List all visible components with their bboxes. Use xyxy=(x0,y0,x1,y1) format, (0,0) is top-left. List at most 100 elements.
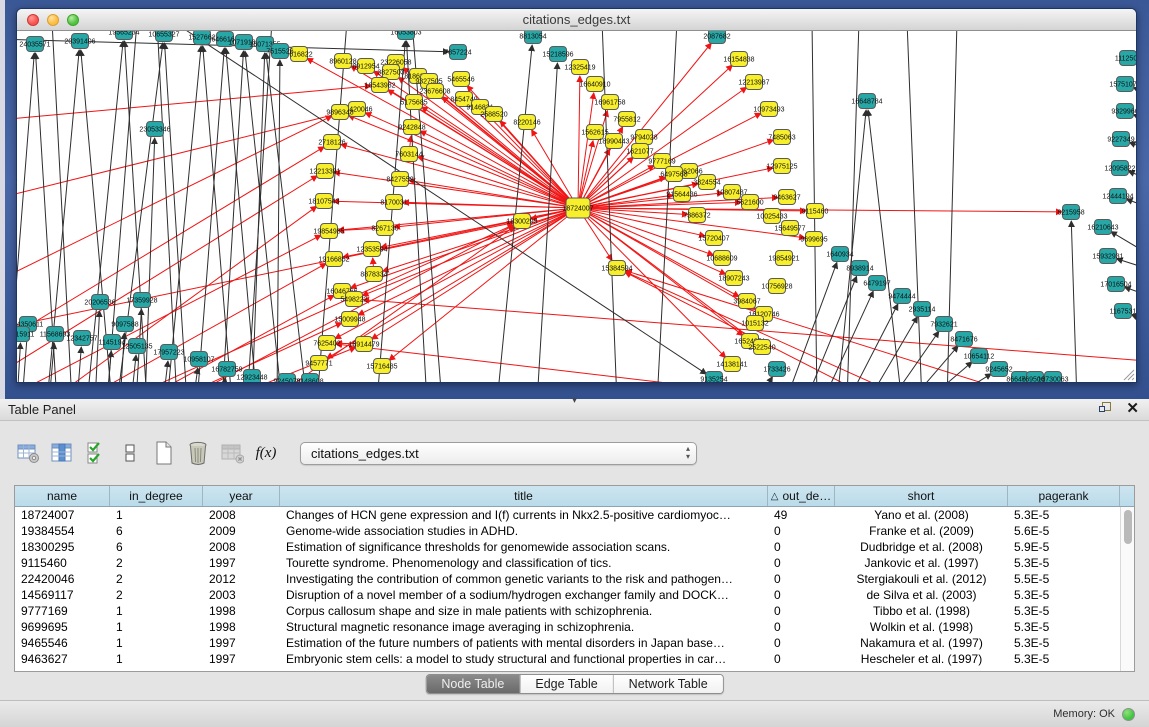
table-cell[interactable]: Disruption of a novel member of a sodium… xyxy=(280,588,768,602)
graph-node[interactable]: 8170031 xyxy=(380,195,407,210)
float-window-icon[interactable] xyxy=(1099,402,1112,415)
table-row[interactable]: 911546021997Tourette syndrome. Phenomeno… xyxy=(15,555,1134,571)
table-cell[interactable]: 1997 xyxy=(203,636,280,650)
table-cell[interactable]: 2 xyxy=(110,556,203,570)
table-cell[interactable]: 9465546 xyxy=(15,636,110,650)
graph-edge[interactable] xyxy=(77,347,81,382)
graph-node[interactable]: 12325419 xyxy=(564,60,595,75)
graph-node[interactable]: 9463627 xyxy=(773,190,800,205)
graph-edge[interactable] xyxy=(131,355,136,382)
column-header-out_de[interactable]: △out_de… xyxy=(768,486,835,506)
table-cell[interactable]: 1998 xyxy=(203,620,280,634)
table-row[interactable]: 1830029562008Estimation of significance … xyxy=(15,539,1134,555)
table-row[interactable]: 977716911998Corpus callosum shape and si… xyxy=(15,603,1134,619)
table-cell[interactable]: 0 xyxy=(768,604,835,618)
memory-status-icon[interactable] xyxy=(1122,708,1135,721)
table-cell[interactable]: 2008 xyxy=(203,508,280,522)
table-cell[interactable]: Tourette syndrome. Phenomenology and cla… xyxy=(280,556,768,570)
table-cell[interactable]: 1 xyxy=(110,508,203,522)
table-row[interactable]: 2242004622012Investigating the contribut… xyxy=(15,571,1134,587)
graph-node[interactable]: 10958107 xyxy=(183,352,214,367)
graph-node[interactable]: 2087682 xyxy=(703,31,730,44)
column-header-year[interactable]: year xyxy=(203,486,280,506)
graph-edge[interactable] xyxy=(277,60,280,382)
table-cell[interactable]: 6 xyxy=(110,540,203,554)
table-cell[interactable]: 2012 xyxy=(203,572,280,586)
table-selector-dropdown[interactable]: citations_edges.txt ▴▾ xyxy=(300,442,697,465)
table-cell[interactable]: 0 xyxy=(768,524,835,538)
table-cell[interactable]: 22420046 xyxy=(15,572,110,586)
graph-node[interactable]: 15716485 xyxy=(366,359,397,374)
table-cell[interactable]: Genome-wide association studies in ADHD. xyxy=(280,524,768,538)
graph-edge[interactable] xyxy=(365,113,578,208)
network-canvas[interactable]: 1872400776168228960128891295423226058382… xyxy=(17,31,1136,382)
table-cell[interactable]: 0 xyxy=(768,636,835,650)
graph-node[interactable]: 8220146 xyxy=(513,115,540,130)
graph-node[interactable]: 7857224 xyxy=(444,45,471,60)
graph-node[interactable]: 5175685 xyxy=(400,95,427,110)
table-cell[interactable]: Nakamura et al. (1997) xyxy=(835,636,1008,650)
graph-node[interactable]: 9329966 xyxy=(1111,104,1136,119)
graph-node[interactable]: 17016504 xyxy=(1100,277,1131,292)
new-document-icon[interactable] xyxy=(152,440,176,466)
network-window-titlebar[interactable]: citations_edges.txt xyxy=(17,9,1136,31)
graph-node[interactable]: 12975125 xyxy=(766,159,797,174)
graph-node[interactable]: 19854921 xyxy=(768,251,799,266)
graph-node[interactable]: 1562615 xyxy=(581,125,608,140)
graph-node[interactable]: 19565234 xyxy=(108,31,139,40)
table-cell[interactable]: 14569117 xyxy=(15,588,110,602)
table-cell[interactable]: 9699695 xyxy=(15,620,110,634)
table-cell[interactable]: 0 xyxy=(768,652,835,666)
graph-node[interactable]: 10756928 xyxy=(761,279,792,294)
table-cell[interactable]: 0 xyxy=(768,572,835,586)
graph-node[interactable]: 8471676 xyxy=(950,332,977,347)
graph-edge[interactable] xyxy=(193,368,198,382)
graph-edge[interactable] xyxy=(657,31,677,382)
graph-node[interactable]: 8813054 xyxy=(519,31,546,44)
graph-edge[interactable] xyxy=(403,202,578,208)
graph-edge[interactable] xyxy=(203,46,232,382)
table-cell[interactable]: 5.3E-5 xyxy=(1008,652,1120,666)
column-header-in_degree[interactable]: in_degree xyxy=(110,486,203,506)
table-settings-icon[interactable] xyxy=(16,440,40,466)
graph-node[interactable]: 12505135 xyxy=(121,339,152,354)
graph-node[interactable]: 9794028 xyxy=(630,130,657,145)
table-cell[interactable]: 2009 xyxy=(203,524,280,538)
tab-network-table[interactable]: Network Table xyxy=(613,675,723,693)
graph-edge[interactable] xyxy=(785,262,837,382)
table-cell[interactable]: Stergiakouli et al. (2012) xyxy=(835,572,1008,586)
table-cell[interactable]: Estimation of the future numbers of pati… xyxy=(280,636,768,650)
graph-edge[interactable] xyxy=(500,121,578,208)
graph-node[interactable]: 1167531 xyxy=(1110,304,1136,319)
table-cell[interactable]: 19384554 xyxy=(15,524,110,538)
graph-node[interactable]: 16914479 xyxy=(348,337,379,352)
network-graph[interactable]: 1872400776168228960128891295423226058382… xyxy=(17,31,1136,382)
graph-node[interactable]: 16154838 xyxy=(723,52,754,67)
graph-edge[interactable] xyxy=(167,46,201,382)
graph-node[interactable]: 15720407 xyxy=(698,231,729,246)
column-header-short[interactable]: short xyxy=(835,486,1008,506)
table-cell[interactable]: 2 xyxy=(110,588,203,602)
table-cell[interactable]: 5.6E-5 xyxy=(1008,524,1120,538)
graph-edge[interactable] xyxy=(1133,115,1136,133)
table-cell[interactable]: Franke et al. (2009) xyxy=(835,524,1008,538)
table-cell[interactable]: Yano et al. (2008) xyxy=(835,508,1008,522)
table-cell[interactable]: 1997 xyxy=(203,556,280,570)
table-row[interactable]: 969969511998Structural magnetic resonanc… xyxy=(15,619,1134,635)
graph-node[interactable]: 7932621 xyxy=(930,317,957,332)
graph-edge[interactable] xyxy=(1133,88,1136,106)
table-cell[interactable]: Tibbo et al. (1998) xyxy=(835,604,1008,618)
table-cell[interactable]: 49 xyxy=(768,508,835,522)
table-cell[interactable]: de Silva et al. (2003) xyxy=(835,588,1008,602)
table-cell[interactable]: 5.3E-5 xyxy=(1008,620,1120,634)
graph-node[interactable]: 12444194 xyxy=(1102,189,1133,204)
graph-edge[interactable] xyxy=(1131,314,1136,333)
graph-edge[interactable] xyxy=(418,157,578,208)
graph-edge[interactable] xyxy=(1071,221,1077,382)
graph-node[interactable]: 16210643 xyxy=(1087,220,1118,235)
graph-node[interactable]: 6479197 xyxy=(863,276,890,291)
column-header-name[interactable]: name xyxy=(15,486,110,506)
table-cell[interactable]: 0 xyxy=(768,620,835,634)
table-cell[interactable]: Changes of HCN gene expression and I(f) … xyxy=(280,508,768,522)
table-cell[interactable]: Investigating the contribution of common… xyxy=(280,572,768,586)
